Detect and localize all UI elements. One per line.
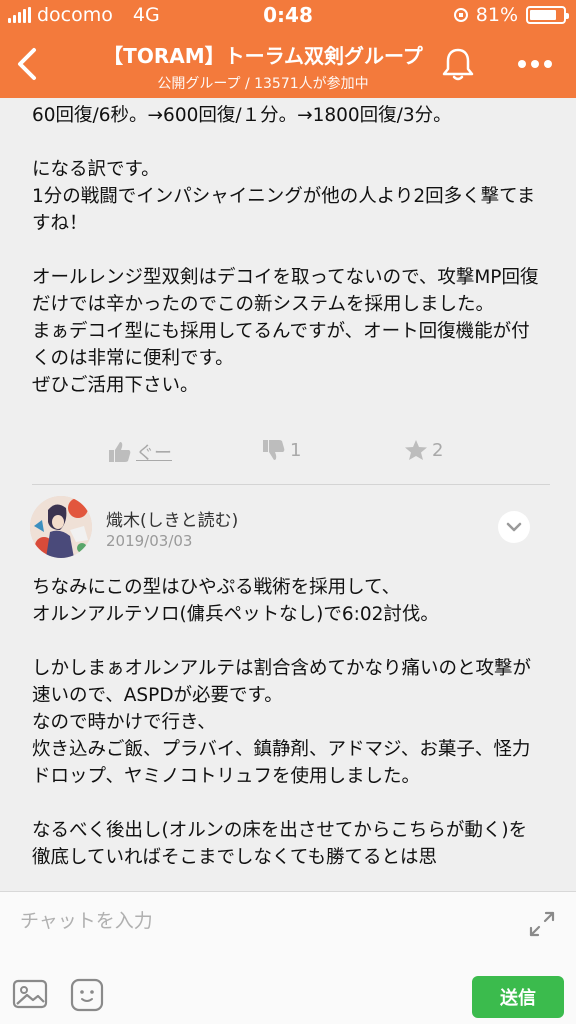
star-button[interactable]: 2: [404, 439, 443, 461]
more-icon: [518, 60, 552, 68]
back-button[interactable]: [8, 40, 48, 88]
attach-image-button[interactable]: [12, 978, 48, 1010]
bell-icon: [442, 48, 474, 81]
thumb-down-icon: [263, 440, 285, 460]
battery-percent: 81%: [475, 4, 518, 26]
sticker-button[interactable]: [70, 978, 104, 1012]
group-title: 【TORAM】トーラム双剣グループ: [103, 44, 423, 68]
post-date: 2019/03/03: [106, 532, 193, 550]
message-text: しかしまぁオルンアルテは割合含めてかなり痛いのと攻撃が速いので、ASPDが必要で…: [32, 658, 531, 787]
status-bar: docomo 4G 0:48 81%: [0, 0, 576, 30]
battery-icon: [526, 6, 569, 24]
star-count: 2: [432, 439, 444, 461]
avatar[interactable]: [30, 496, 92, 558]
like-label: ぐー: [136, 443, 172, 464]
message-divider: [32, 484, 550, 485]
reaction-bar: ぐー 1 2: [0, 435, 576, 475]
avatar-image: [30, 496, 92, 558]
more-options-button[interactable]: [510, 44, 560, 84]
chat-thread[interactable]: 60回復/6秒。→600回復/１分。→1800回復/3分。 になる訳です。 1分…: [0, 98, 576, 891]
dislike-button[interactable]: 1: [262, 439, 301, 461]
back-icon: [18, 48, 36, 80]
like-button[interactable]: ぐー: [108, 439, 172, 465]
expand-icon: [529, 911, 555, 937]
message-text: オールレンジ型双剣はデコイを取ってないので、攻撃MP回復だけでは辛かったのでこの…: [32, 267, 539, 396]
message-body: ちなみにこの型はひやぷる戦術を採用して、 オルンアルテソロ(傭兵ペットなし)で6…: [32, 574, 544, 871]
send-button[interactable]: 送信: [472, 976, 564, 1018]
rotation-lock-icon: [453, 8, 468, 22]
emoji-icon: [70, 978, 104, 1012]
dislike-count: 1: [290, 439, 302, 461]
author-name: 熾木(しきと読む): [106, 511, 239, 531]
group-subtitle: 公開グループ / 13571人が参加中: [157, 76, 369, 92]
chevron-down-icon: [506, 522, 522, 532]
message-body: 60回復/6秒。→600回復/１分。→1800回復/3分。 になる訳です。 1分…: [32, 102, 544, 399]
image-icon: [12, 979, 48, 1009]
message-text: になる訳です。 1分の戦闘でインパシャイニングが他の人より2回多く撃てますね！: [32, 159, 536, 234]
chat-input[interactable]: [18, 902, 502, 940]
chat-input-bar: 送信: [0, 891, 576, 1024]
message-text: 60回復/6秒。→600回復/１分。→1800回復/3分。: [32, 105, 452, 126]
notification-button[interactable]: [438, 44, 478, 84]
message-text: ちなみにこの型はひやぷる戦術を採用して、 オルンアルテソロ(傭兵ペットなし)で6…: [32, 577, 439, 625]
message-text: なるべく後出し(オルンの床を出させてからこちらが動く)を徹底していればそこまでし…: [32, 820, 528, 868]
expand-input-button[interactable]: [526, 908, 558, 940]
app-header: docomo 4G 0:48 81% 【TORAM】トーラム双剣グループ 公開グ…: [0, 0, 576, 98]
thumb-up-icon: [109, 442, 131, 462]
group-title-block: 【TORAM】トーラム双剣グループ 公開グループ / 13571人が参加中: [80, 40, 446, 93]
star-icon: [405, 440, 427, 460]
message-menu-button[interactable]: [498, 511, 530, 543]
